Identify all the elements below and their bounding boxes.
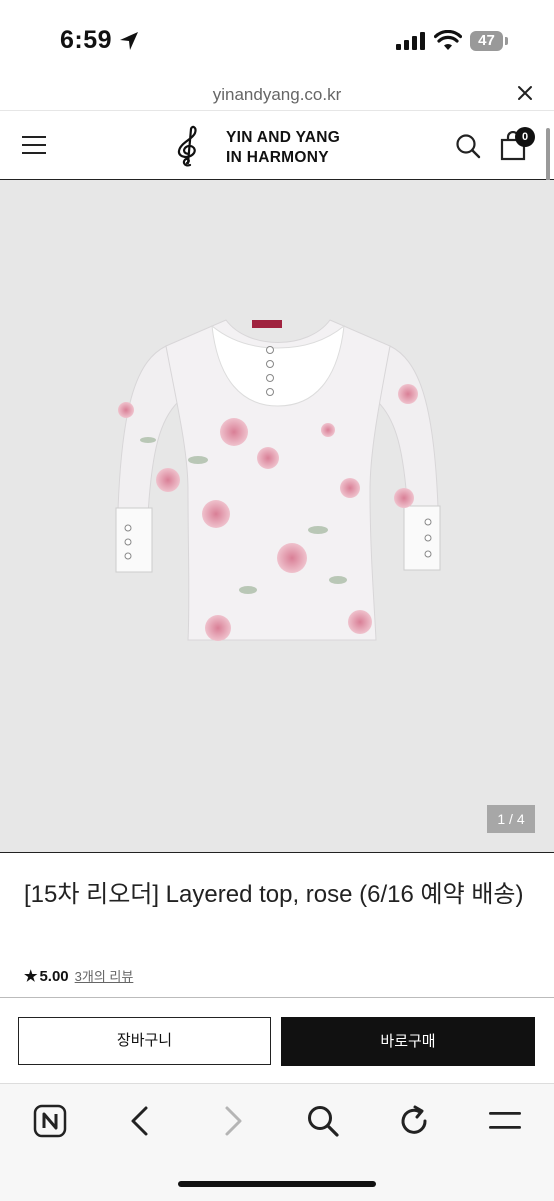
brand-line-2: IN HARMONY	[226, 149, 329, 166]
product-title: [15차 리오더] Layered top, rose (6/16 예약 배송)	[24, 881, 524, 908]
product-image-gallery[interactable]: 1 / 4	[0, 180, 554, 853]
purchase-bar: 장바구니 바로구매	[0, 997, 554, 1084]
search-icon[interactable]	[455, 133, 481, 159]
product-image-floral-top[interactable]	[108, 310, 448, 650]
forward-icon[interactable]	[215, 1104, 249, 1138]
back-icon[interactable]	[124, 1104, 158, 1138]
hamburger-menu-icon[interactable]	[22, 135, 46, 155]
image-counter: 1 / 4	[487, 805, 535, 833]
battery-percent: 47	[478, 32, 495, 49]
cart-count-badge: 0	[515, 127, 535, 147]
clock: 6:59	[60, 26, 113, 54]
brand-line-1: YIN AND YANG	[226, 129, 341, 146]
naver-icon[interactable]	[33, 1104, 67, 1138]
url-text[interactable]: yinandyang.co.kr	[0, 85, 554, 105]
close-icon[interactable]	[516, 84, 534, 102]
reload-icon[interactable]	[397, 1104, 431, 1138]
buy-now-button[interactable]: 바로구매	[281, 1017, 535, 1066]
reviews-link[interactable]: 3개의 리뷰	[75, 969, 134, 984]
star-icon: ★	[24, 968, 38, 985]
add-to-cart-button[interactable]: 장바구니	[18, 1017, 271, 1065]
address-bar[interactable]: yinandyang.co.kr	[0, 80, 554, 110]
site-header: YIN AND YANG IN HARMONY 0	[0, 110, 554, 180]
treble-clef-logo-icon[interactable]	[174, 125, 202, 167]
cellular-signal-icon	[396, 32, 425, 50]
more-menu-icon[interactable]	[488, 1104, 522, 1138]
rating-row: ★ 5.00 3개의 리뷰	[24, 966, 133, 985]
rating-score: 5.00	[39, 968, 69, 985]
brand-logo[interactable]: YIN AND YANG IN HARMONY	[226, 128, 340, 168]
home-indicator[interactable]	[178, 1181, 376, 1187]
battery-icon: 47	[470, 31, 508, 51]
browser-search-icon[interactable]	[306, 1104, 340, 1138]
location-arrow-icon	[120, 32, 138, 50]
wifi-icon	[434, 30, 462, 50]
status-bar: 6:59 47	[0, 0, 554, 80]
